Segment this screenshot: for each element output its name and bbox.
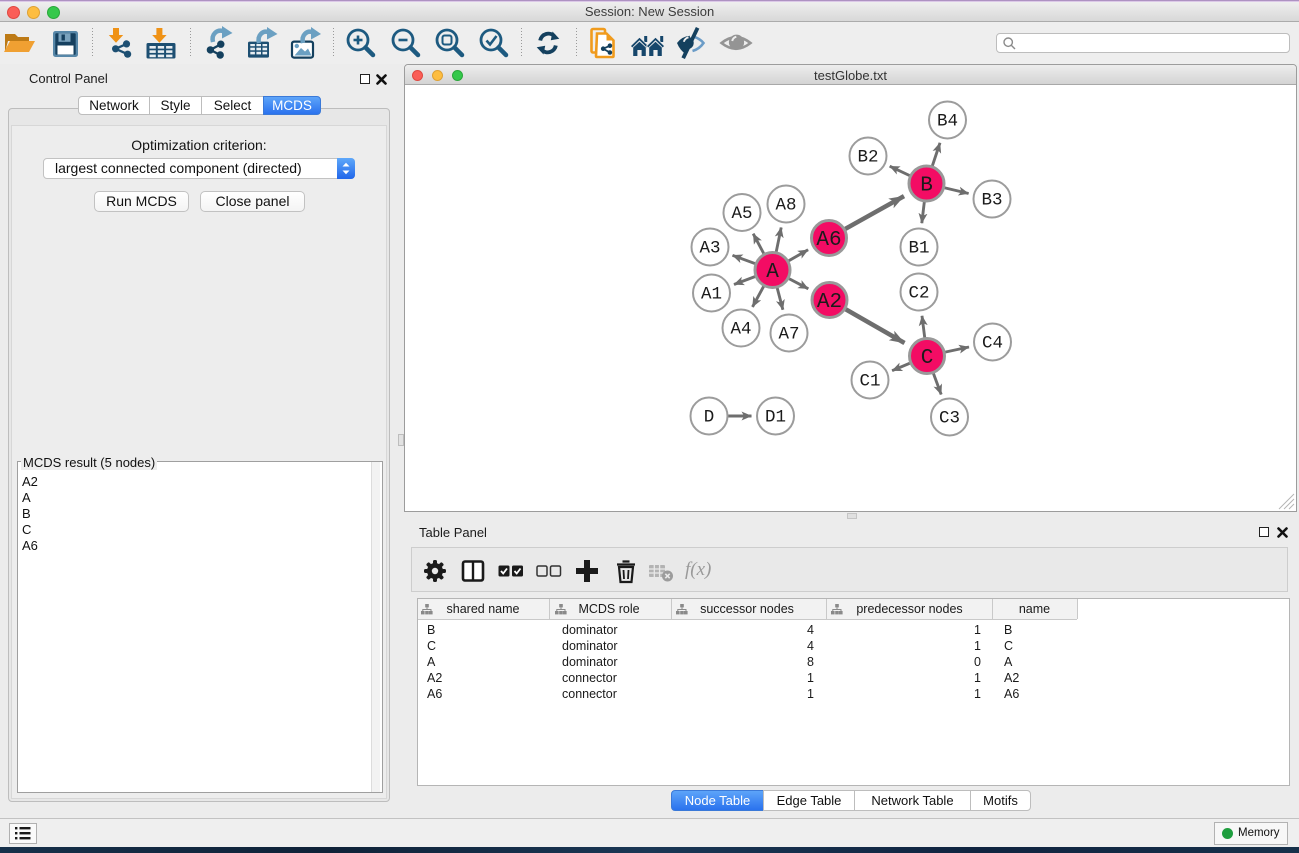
svg-text:B3: B3 (981, 191, 1002, 211)
svg-text:B1: B1 (908, 239, 929, 259)
svg-text:A6: A6 (816, 229, 841, 252)
svg-text:A8: A8 (775, 196, 796, 216)
svg-text:D1: D1 (765, 408, 786, 428)
svg-text:C1: C1 (859, 372, 880, 392)
svg-text:A2: A2 (817, 291, 842, 314)
svg-text:C3: C3 (939, 409, 960, 429)
svg-text:C2: C2 (908, 284, 929, 304)
svg-text:D: D (704, 408, 715, 428)
svg-text:A4: A4 (730, 320, 751, 340)
svg-text:B: B (920, 175, 933, 198)
svg-text:C: C (921, 347, 934, 370)
svg-text:B4: B4 (937, 112, 958, 132)
svg-text:B2: B2 (857, 148, 878, 168)
svg-text:C4: C4 (982, 334, 1003, 354)
svg-text:A1: A1 (701, 285, 722, 305)
svg-text:A3: A3 (699, 239, 720, 259)
svg-text:A5: A5 (731, 204, 752, 224)
svg-text:A7: A7 (778, 325, 799, 345)
svg-text:A: A (766, 261, 779, 284)
